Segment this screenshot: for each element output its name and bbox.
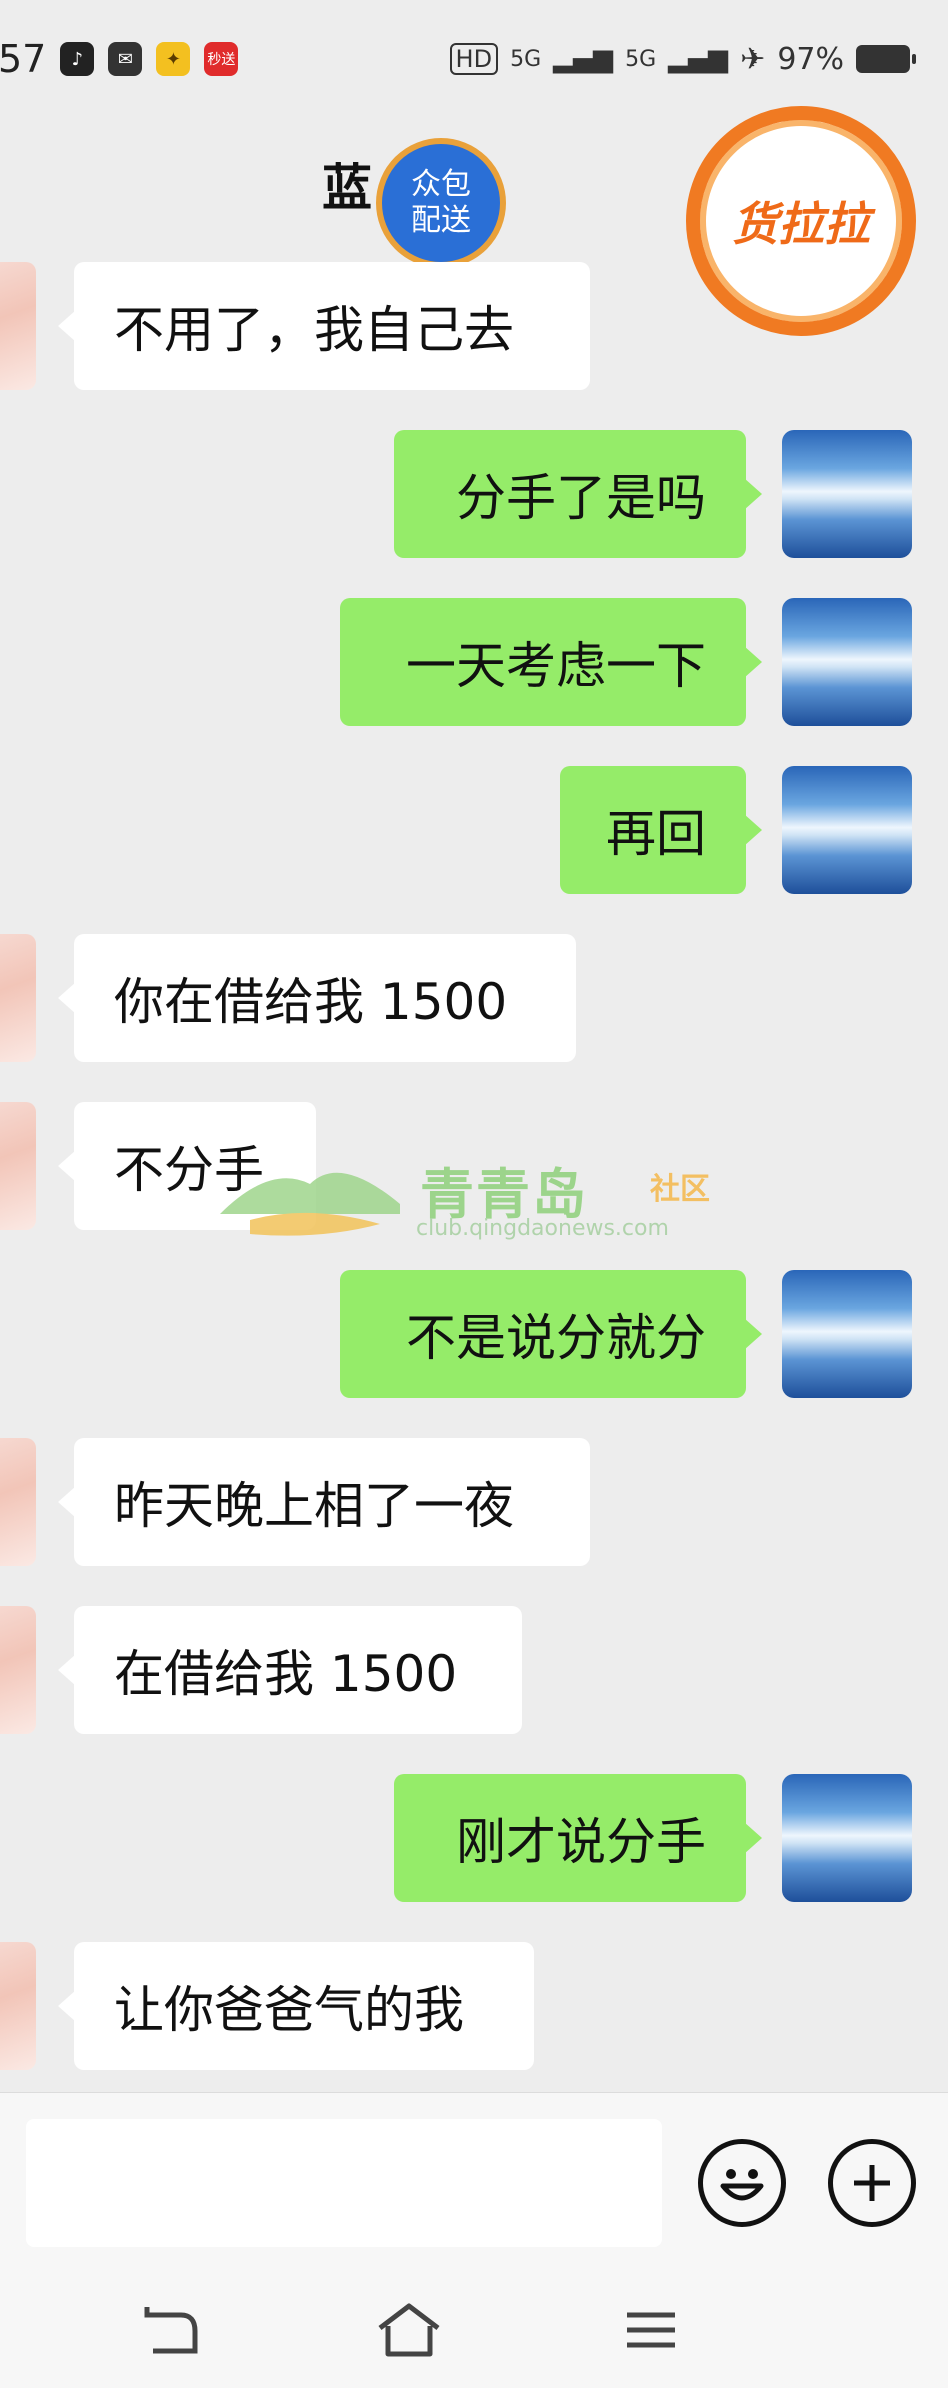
message-bubble-outgoing[interactable]: 再回 bbox=[560, 766, 762, 894]
menu-nav-button[interactable] bbox=[616, 2298, 686, 2362]
watermark-logo-icon bbox=[220, 1172, 400, 1236]
plus-icon bbox=[854, 2165, 890, 2201]
back-nav-button[interactable] bbox=[136, 2298, 206, 2362]
contact-avatar[interactable] bbox=[0, 1606, 36, 1734]
signal-bars-icon: ▂▄▆ bbox=[668, 44, 729, 74]
input-bar bbox=[0, 2092, 948, 2273]
mail-icon: ✉ bbox=[108, 42, 143, 76]
message-bubble-incoming[interactable]: 在借给我 1500 bbox=[58, 1606, 522, 1734]
huolala-float-badge[interactable]: 货拉拉 bbox=[686, 106, 916, 336]
badge-line-1: 众包 bbox=[411, 167, 471, 202]
flash-sale-icon: 秒送 bbox=[204, 42, 239, 76]
my-avatar[interactable] bbox=[782, 430, 912, 558]
message-bubble-outgoing[interactable]: 刚才说分手 bbox=[394, 1774, 762, 1902]
menu-icon bbox=[627, 2312, 675, 2348]
message-bubble-outgoing[interactable]: 分手了是吗 bbox=[394, 430, 762, 558]
my-avatar[interactable] bbox=[782, 598, 912, 726]
home-icon bbox=[378, 2303, 440, 2357]
hd-indicator: HD bbox=[449, 43, 499, 75]
status-bar: 57 ♪ ✉ ✦ 秒送 HD 5G ▂▄▆ 5G ▂▄▆ ✈ 97% bbox=[0, 0, 948, 118]
badge-line-2: 配送 bbox=[411, 203, 471, 238]
contact-avatar[interactable] bbox=[0, 1102, 36, 1230]
emoji-icon bbox=[720, 2169, 764, 2201]
watermark-url: club.qingdaonews.com bbox=[416, 1216, 669, 1241]
more-button[interactable] bbox=[828, 2139, 916, 2227]
contact-avatar[interactable] bbox=[0, 262, 36, 390]
status-time: 57 bbox=[0, 37, 47, 81]
emoji-button[interactable] bbox=[698, 2139, 786, 2227]
message-input[interactable] bbox=[26, 2119, 662, 2247]
message-bubble-outgoing[interactable]: 不是说分就分 bbox=[340, 1270, 762, 1398]
message-bubble-incoming[interactable]: 你在借给我 1500 bbox=[58, 934, 576, 1062]
signal-5g-1: 5G bbox=[510, 46, 542, 72]
contact-avatar[interactable] bbox=[0, 1438, 36, 1566]
contact-avatar[interactable] bbox=[0, 934, 36, 1062]
battery-icon bbox=[856, 45, 916, 73]
tiktok-icon: ♪ bbox=[60, 42, 95, 76]
chat-title[interactable]: 蓝 bbox=[322, 148, 372, 220]
message-bubble-incoming[interactable]: 昨天晚上相了一夜 bbox=[58, 1438, 590, 1566]
game-icon: ✦ bbox=[156, 42, 191, 76]
huolala-logo-text: 货拉拉 bbox=[732, 197, 870, 251]
watermark-sub: 社区 bbox=[650, 1172, 710, 1207]
crowd-delivery-float-badge[interactable]: 众包 配送 bbox=[376, 138, 506, 268]
watermark: 青青岛 社区 club.qingdaonews.com bbox=[210, 1150, 730, 1250]
back-icon bbox=[144, 2307, 198, 2354]
message-bubble-incoming[interactable]: 让你爸爸气的我 bbox=[58, 1942, 534, 2070]
my-avatar[interactable] bbox=[782, 766, 912, 894]
signal-5g-2: 5G bbox=[625, 46, 657, 72]
battery-percent: 97% bbox=[777, 41, 844, 77]
message-bubble-outgoing[interactable]: 一天考虑一下 bbox=[340, 598, 762, 726]
signal-bars-icon: ▂▄▆ bbox=[553, 44, 614, 74]
airplane-icon: ✈ bbox=[740, 41, 766, 77]
my-avatar[interactable] bbox=[782, 1774, 912, 1902]
contact-avatar[interactable] bbox=[0, 1942, 36, 2070]
message-bubble-incoming[interactable]: 不用了，我自己去 bbox=[58, 262, 590, 390]
system-nav-bar bbox=[0, 2272, 948, 2388]
home-nav-button[interactable] bbox=[374, 2298, 444, 2362]
my-avatar[interactable] bbox=[782, 1270, 912, 1398]
